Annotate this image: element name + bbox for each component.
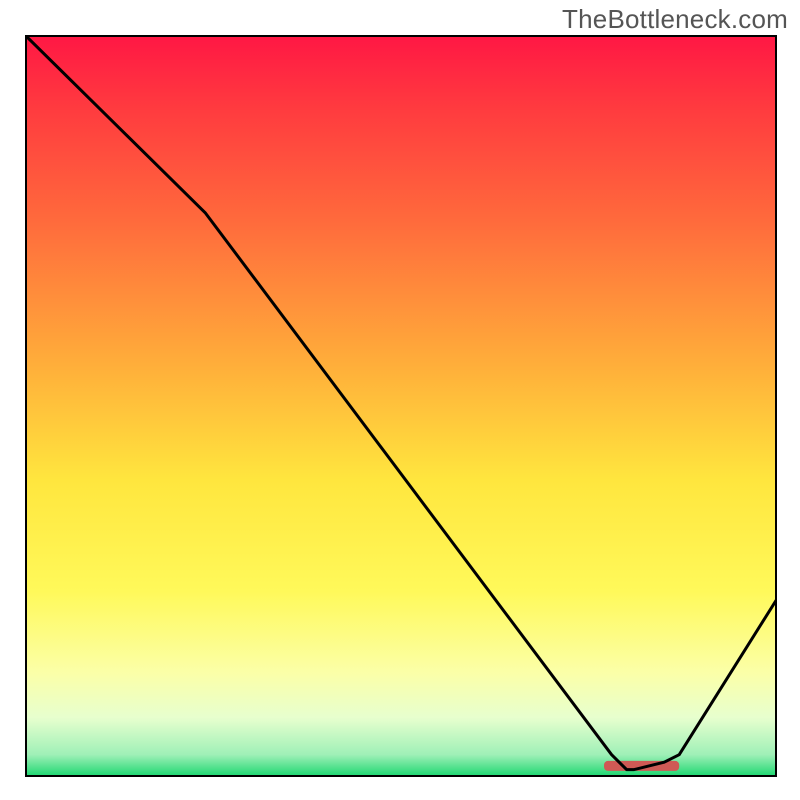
plot-area [25, 35, 777, 777]
chart-svg [25, 35, 777, 777]
minimum-marker [604, 761, 679, 771]
chart-frame: TheBottleneck.com [0, 0, 800, 800]
watermark-text: TheBottleneck.com [562, 4, 788, 35]
